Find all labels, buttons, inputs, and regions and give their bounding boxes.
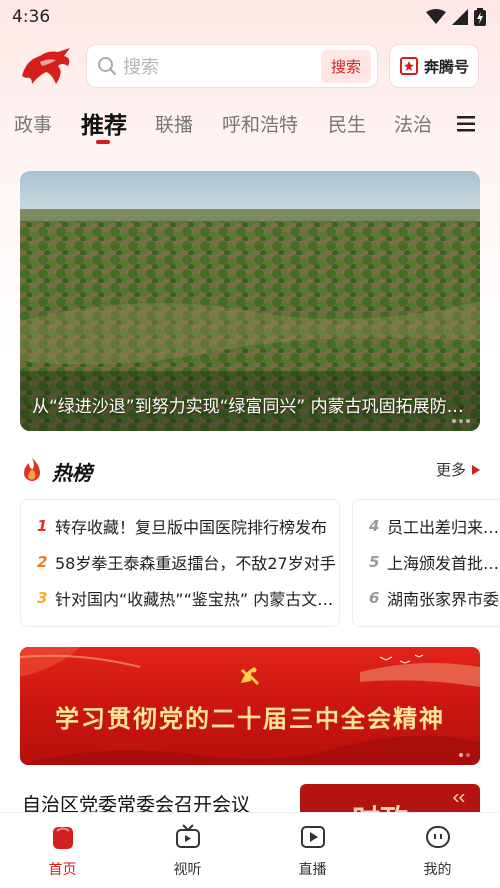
search-button[interactable]: 搜索 [320, 49, 371, 83]
hot-rank: 2 [37, 553, 48, 571]
benteng-button[interactable]: 奔腾号 [389, 44, 479, 88]
hot-title: 上海颁发首批数据 [387, 554, 500, 573]
search-icon [98, 57, 116, 75]
double-chevron-left-icon [452, 794, 465, 802]
nav-profile[interactable]: 我的 [375, 813, 500, 888]
nav-label-home: 首页 [48, 862, 77, 878]
battery-icon [474, 8, 486, 26]
hot-list-header: 热榜 更多 [20, 453, 480, 489]
hot-list-item[interactable]: 4 员工出差归来报销 [353, 508, 500, 544]
nav-label-profile: 我的 [423, 862, 452, 878]
more-label: 更多 [435, 461, 466, 479]
banner-dots [459, 753, 470, 757]
nav-live[interactable]: 直播 [250, 813, 375, 888]
hot-title: 湖南张家界市委 [387, 590, 500, 609]
status-time: 4:36 [12, 7, 51, 27]
tab-lianbo[interactable]: 联播 [155, 110, 193, 137]
profile-icon [425, 826, 450, 848]
hot-rank: 5 [369, 553, 380, 571]
carousel-dots [452, 419, 470, 423]
party-emblem-icon [241, 667, 259, 685]
hot-list-item[interactable]: 2 58岁拳王泰森重返擂台，不敌27岁对手 [21, 544, 339, 580]
tab-fazhi[interactable]: 法治 [394, 110, 432, 137]
live-play-icon [300, 826, 325, 848]
tab-tuijian[interactable]: 推荐 [81, 106, 127, 140]
hot-title: 员工出差归来报销 [387, 518, 500, 537]
hot-title: 转存收藏！复旦版中国医院排行榜发布 [55, 518, 328, 537]
tv-icon [175, 824, 200, 848]
hot-list-item[interactable]: 1 转存收藏！复旦版中国医院排行榜发布 [21, 508, 339, 544]
channel-tabs: 政事 推荐 联播 呼和浩特 民生 法治 [0, 104, 500, 148]
signal-icon [452, 9, 468, 25]
hero-carousel[interactable]: 从“绿进沙退”到努力实现“绿富同兴” 内蒙古巩固拓展防沙治沙成果 [20, 171, 480, 431]
bottom-navigation: 首页 视听 直播 我的 [0, 812, 500, 888]
tab-zhengshi[interactable]: 政事 [14, 110, 52, 137]
hot-list-item[interactable]: 3 针对国内“收藏热”“鉴宝热” 内蒙古文物部门提示 [21, 580, 339, 616]
status-icons [426, 8, 486, 26]
tab-menu-icon[interactable] [455, 114, 477, 134]
active-tab-indicator [96, 140, 110, 144]
hot-list-item[interactable]: 5 上海颁发首批数据 [353, 544, 500, 580]
benteng-label: 奔腾号 [423, 57, 469, 76]
search-input[interactable]: 搜索 [123, 53, 321, 79]
flame-icon [24, 458, 40, 481]
nav-video[interactable]: 视听 [125, 813, 250, 888]
tab-minsheng[interactable]: 民生 [328, 110, 366, 137]
bookmark-icon [399, 57, 418, 75]
hot-rank: 1 [37, 517, 48, 535]
hot-list-more-link[interactable]: 更多 [436, 459, 480, 480]
home-icon [52, 827, 73, 849]
hot-rank: 4 [369, 517, 380, 535]
horse-logo-icon[interactable] [18, 46, 74, 86]
app-header: 搜索 搜索 奔腾号 [0, 42, 500, 90]
hot-rank: 6 [369, 589, 380, 607]
search-bar[interactable]: 搜索 搜索 [86, 44, 378, 88]
nav-home[interactable]: 首页 [0, 813, 125, 888]
hot-title: 58岁拳王泰森重返擂台，不敌27岁对手 [55, 554, 336, 573]
hot-title: 针对国内“收藏热”“鉴宝热” 内蒙古文物部门提示 [55, 590, 339, 609]
wifi-icon [426, 9, 446, 24]
promo-banner[interactable]: 学习贯彻党的二十届三中全会精神 [20, 647, 480, 765]
hot-rank: 3 [37, 589, 48, 607]
hot-list-card-2: 4 员工出差归来报销 5 上海颁发首批数据 6 湖南张家界市委 [352, 499, 500, 627]
hot-list-title: 热榜 [52, 461, 92, 485]
nav-label-video: 视听 [173, 862, 202, 878]
tab-huhehaote[interactable]: 呼和浩特 [222, 110, 298, 137]
nav-label-live: 直播 [298, 862, 327, 878]
hero-caption[interactable]: 从“绿进沙退”到努力实现“绿富同兴” 内蒙古巩固拓展防沙治沙成果 [32, 392, 470, 417]
hot-list-card-1: 1 转存收藏！复旦版中国医院排行榜发布 2 58岁拳王泰森重返擂台，不敌27岁对… [20, 499, 340, 627]
triangle-right-icon [472, 464, 480, 475]
status-bar: 4:36 [0, 0, 500, 34]
hot-list-item[interactable]: 6 湖南张家界市委 [353, 580, 500, 616]
banner-slogan: 学习贯彻党的二十届三中全会精神 [55, 704, 445, 733]
